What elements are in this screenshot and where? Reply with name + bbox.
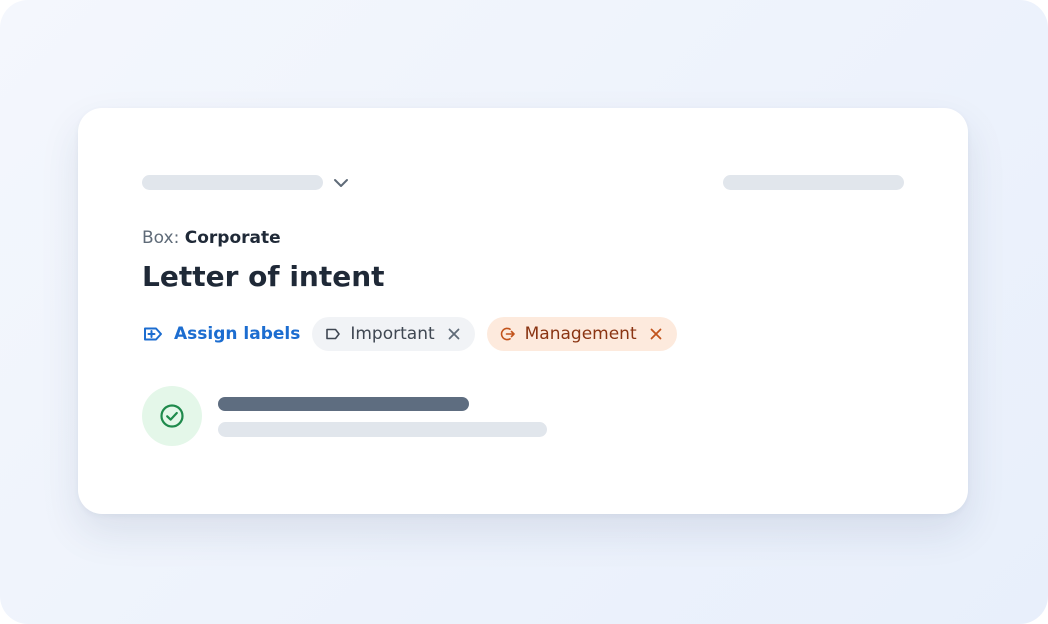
header-right-placeholder: [723, 175, 904, 190]
remove-label-icon[interactable]: [445, 325, 463, 343]
label-chip-management[interactable]: Management: [486, 317, 677, 351]
assign-labels-text: Assign labels: [174, 324, 301, 344]
check-circle-icon: [160, 404, 184, 428]
label-outline-icon: [326, 328, 341, 340]
label-chip-text: Important: [350, 324, 435, 344]
document-title: Letter of intent: [142, 260, 385, 293]
activity-title-placeholder: [218, 397, 469, 411]
breadcrumb-placeholder: [142, 175, 323, 190]
box-label: Box:: [142, 228, 180, 248]
document-card: Box: Corporate Letter of intent Assign l…: [78, 108, 968, 514]
chevron-down-icon[interactable]: [331, 173, 351, 193]
box-value: Corporate: [184, 228, 281, 248]
background-canvas: Box: Corporate Letter of intent Assign l…: [0, 0, 1048, 624]
label-arrow-icon: [500, 327, 515, 341]
assign-labels-button[interactable]: Assign labels: [142, 316, 300, 352]
box-info: Box: Corporate: [142, 227, 281, 249]
remove-label-icon[interactable]: [647, 325, 665, 343]
labels-row: Assign labels Important Management: [142, 316, 689, 352]
status-badge: [142, 386, 202, 446]
label-chip-important[interactable]: Important: [312, 317, 475, 351]
activity-subtitle-placeholder: [218, 422, 547, 437]
add-label-icon: [144, 327, 162, 341]
label-chip-text: Management: [524, 324, 637, 344]
